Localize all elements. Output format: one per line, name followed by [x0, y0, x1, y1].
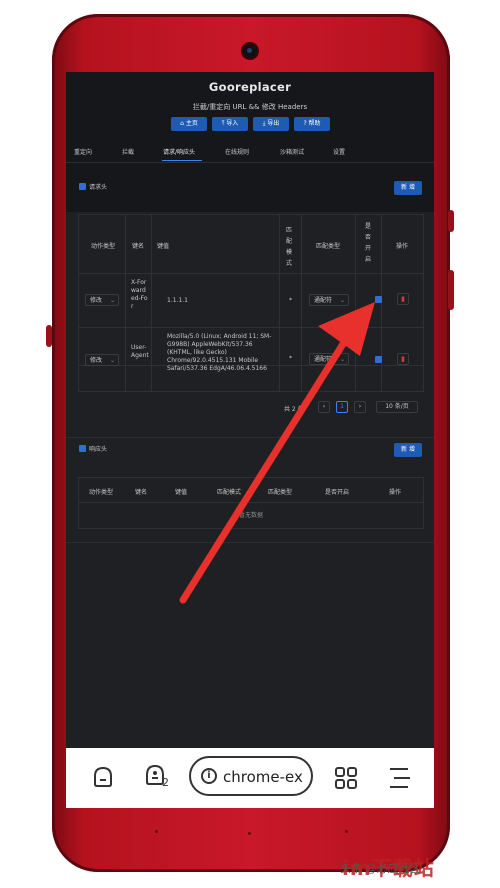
watermark-text: 头条 @必应社区	[340, 862, 421, 875]
red-annotation-arrow	[179, 302, 375, 604]
